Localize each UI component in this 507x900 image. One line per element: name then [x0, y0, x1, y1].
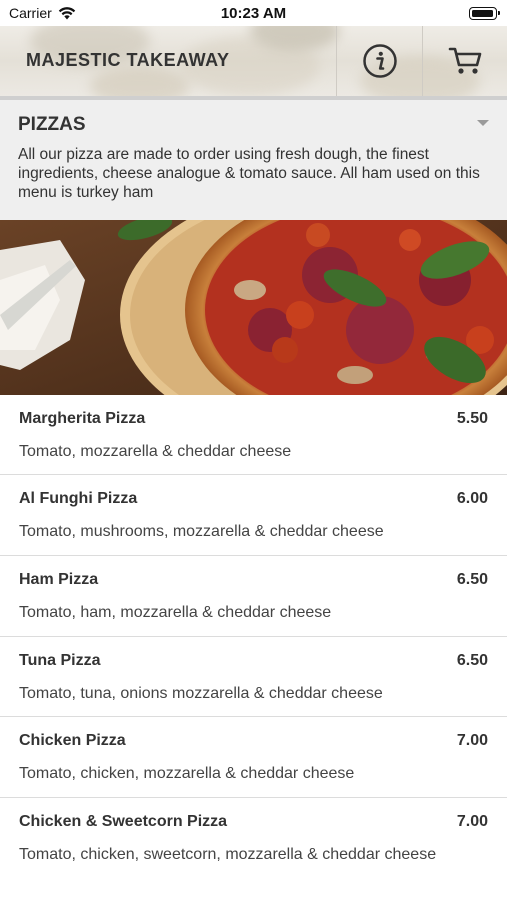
menu-item-chicken[interactable]: Chicken Pizza 7.00 Tomato, chicken, mozz… [0, 717, 507, 798]
category-title: PIZZAS [18, 114, 86, 135]
cart-button[interactable] [422, 26, 507, 96]
item-description: Tomato, mushrooms, mozzarella & cheddar … [19, 523, 384, 540]
category-hero-image [0, 220, 507, 395]
info-icon [362, 44, 397, 78]
app-title: MAJESTIC TAKEAWAY [26, 50, 230, 70]
item-description: Tomato, tuna, onions mozzarella & chedda… [19, 685, 383, 702]
item-description: Tomato, mozzarella & cheddar cheese [19, 443, 292, 460]
cart-icon [448, 47, 481, 74]
menu-item-al-funghi[interactable]: Al Funghi Pizza 6.00 Tomato, mushrooms, … [0, 475, 507, 556]
item-description: Tomato, chicken, mozzarella & cheddar ch… [19, 765, 355, 782]
item-name: Chicken & Sweetcorn Pizza [19, 813, 228, 830]
item-name: Chicken Pizza [19, 732, 126, 749]
item-name: Margherita Pizza [19, 410, 146, 427]
item-price: 6.50 [456, 652, 488, 669]
chevron-down-icon[interactable] [477, 120, 489, 126]
item-price: 6.50 [456, 571, 488, 588]
item-price: 7.00 [456, 813, 488, 830]
menu-item-margherita[interactable]: Margherita Pizza 5.50 Tomato, mozzarella… [0, 395, 507, 475]
menu-item-ham[interactable]: Ham Pizza 6.50 Tomato, ham, mozzarella &… [0, 556, 507, 637]
app-header: MAJESTIC TAKEAWAY [0, 26, 507, 96]
item-price: 7.00 [456, 732, 488, 749]
menu-item-chicken-sweetcorn[interactable]: Chicken & Sweetcorn Pizza 7.00 Tomato, c… [0, 798, 507, 900]
category-section[interactable]: PIZZAS All our pizza are made to order u… [0, 100, 507, 220]
menu-item-tuna[interactable]: Tuna Pizza 6.50 Tomato, tuna, onions moz… [0, 637, 507, 717]
info-button[interactable] [336, 26, 422, 96]
item-price: 5.50 [456, 410, 488, 427]
status-time: 10:23 AM [220, 5, 287, 22]
item-price: 6.00 [456, 490, 488, 507]
category-description: All our pizza are made to order using fr… [18, 146, 480, 201]
item-description: Tomato, chicken, sweetcorn, mozzarella &… [19, 846, 437, 863]
status-bar: Carrier 10:23 AM [0, 0, 507, 26]
item-description: Tomato, ham, mozzarella & cheddar cheese [19, 604, 332, 621]
item-name: Al Funghi Pizza [19, 490, 138, 507]
item-name: Ham Pizza [19, 571, 99, 588]
item-name: Tuna Pizza [19, 652, 101, 669]
battery-icon [469, 7, 500, 20]
menu-list: Margherita Pizza 5.50 Tomato, mozzarella… [0, 395, 507, 900]
